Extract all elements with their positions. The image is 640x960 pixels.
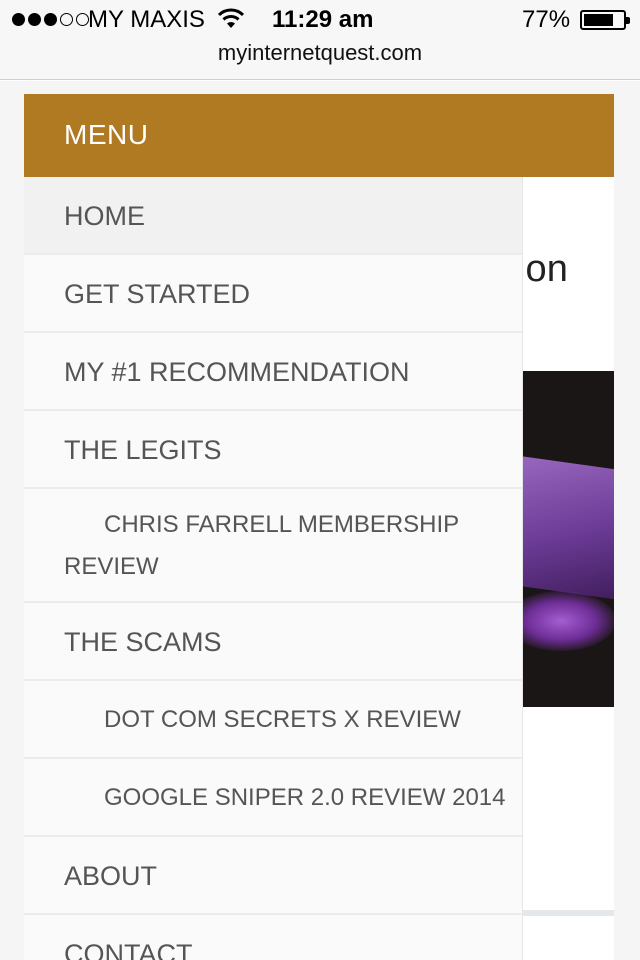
signal-dot xyxy=(12,13,25,26)
signal-dot xyxy=(44,13,57,26)
battery-fill xyxy=(584,14,613,26)
menu-item-label: HOME xyxy=(64,201,145,231)
wifi-icon xyxy=(218,8,244,28)
address-bar-url[interactable]: myinternetquest.com xyxy=(0,40,640,66)
battery-percent: 77% xyxy=(522,6,571,33)
menu-item-label: CHRIS FARRELL MEMBERSHIP REVIEW xyxy=(64,511,459,580)
menu-item-my-1-recommendation[interactable]: MY #1 RECOMMENDATION xyxy=(24,333,522,411)
menu-item-the-scams[interactable]: THE SCAMS xyxy=(24,603,522,681)
battery-tip xyxy=(626,17,630,24)
signal-strength-icon xyxy=(12,13,89,26)
menu-item-label: GET STARTED xyxy=(64,279,251,309)
menu-item-label: CONTACT xyxy=(64,939,193,960)
content-divider xyxy=(522,910,614,916)
menu-item-label: THE SCAMS xyxy=(64,627,222,657)
menu-title: MENU xyxy=(64,119,149,150)
menu-item-label: DOT COM SECRETS X REVIEW xyxy=(104,706,461,733)
main-navigation-menu: HOME GET STARTED MY #1 RECOMMENDATION TH… xyxy=(24,177,523,960)
menu-item-label: THE LEGITS xyxy=(64,435,222,465)
submenu-item-dot-com-secrets-review[interactable]: DOT COM SECRETS X REVIEW xyxy=(24,681,522,759)
menu-toggle[interactable]: MENU xyxy=(24,94,614,177)
battery-icon xyxy=(580,10,630,30)
carrier-name: MY MAXIS xyxy=(88,6,205,33)
menu-item-get-started[interactable]: GET STARTED xyxy=(24,255,522,333)
menu-item-label: ABOUT xyxy=(64,861,158,891)
signal-dot xyxy=(60,13,73,26)
menu-item-label: MY #1 RECOMMENDATION xyxy=(64,357,410,387)
browser-status-bar: MY MAXIS 11:29 am 77% myinternetquest.co… xyxy=(0,0,640,80)
clock: 11:29 am xyxy=(272,6,374,33)
menu-item-the-legits[interactable]: THE LEGITS xyxy=(24,411,522,489)
menu-item-contact[interactable]: CONTACT xyxy=(24,915,522,960)
image-purple-bar xyxy=(510,454,614,602)
submenu-item-chris-farrell-review[interactable]: CHRIS FARRELL MEMBERSHIP REVIEW xyxy=(24,489,522,603)
status-row: MY MAXIS 11:29 am 77% xyxy=(0,0,640,40)
menu-item-label: GOOGLE SNIPER 2.0 REVIEW 2014 xyxy=(104,784,506,811)
signal-dot xyxy=(28,13,41,26)
menu-item-about[interactable]: ABOUT xyxy=(24,837,522,915)
submenu-item-google-sniper-review[interactable]: GOOGLE SNIPER 2.0 REVIEW 2014 xyxy=(24,759,522,837)
menu-item-home[interactable]: HOME xyxy=(24,177,522,255)
